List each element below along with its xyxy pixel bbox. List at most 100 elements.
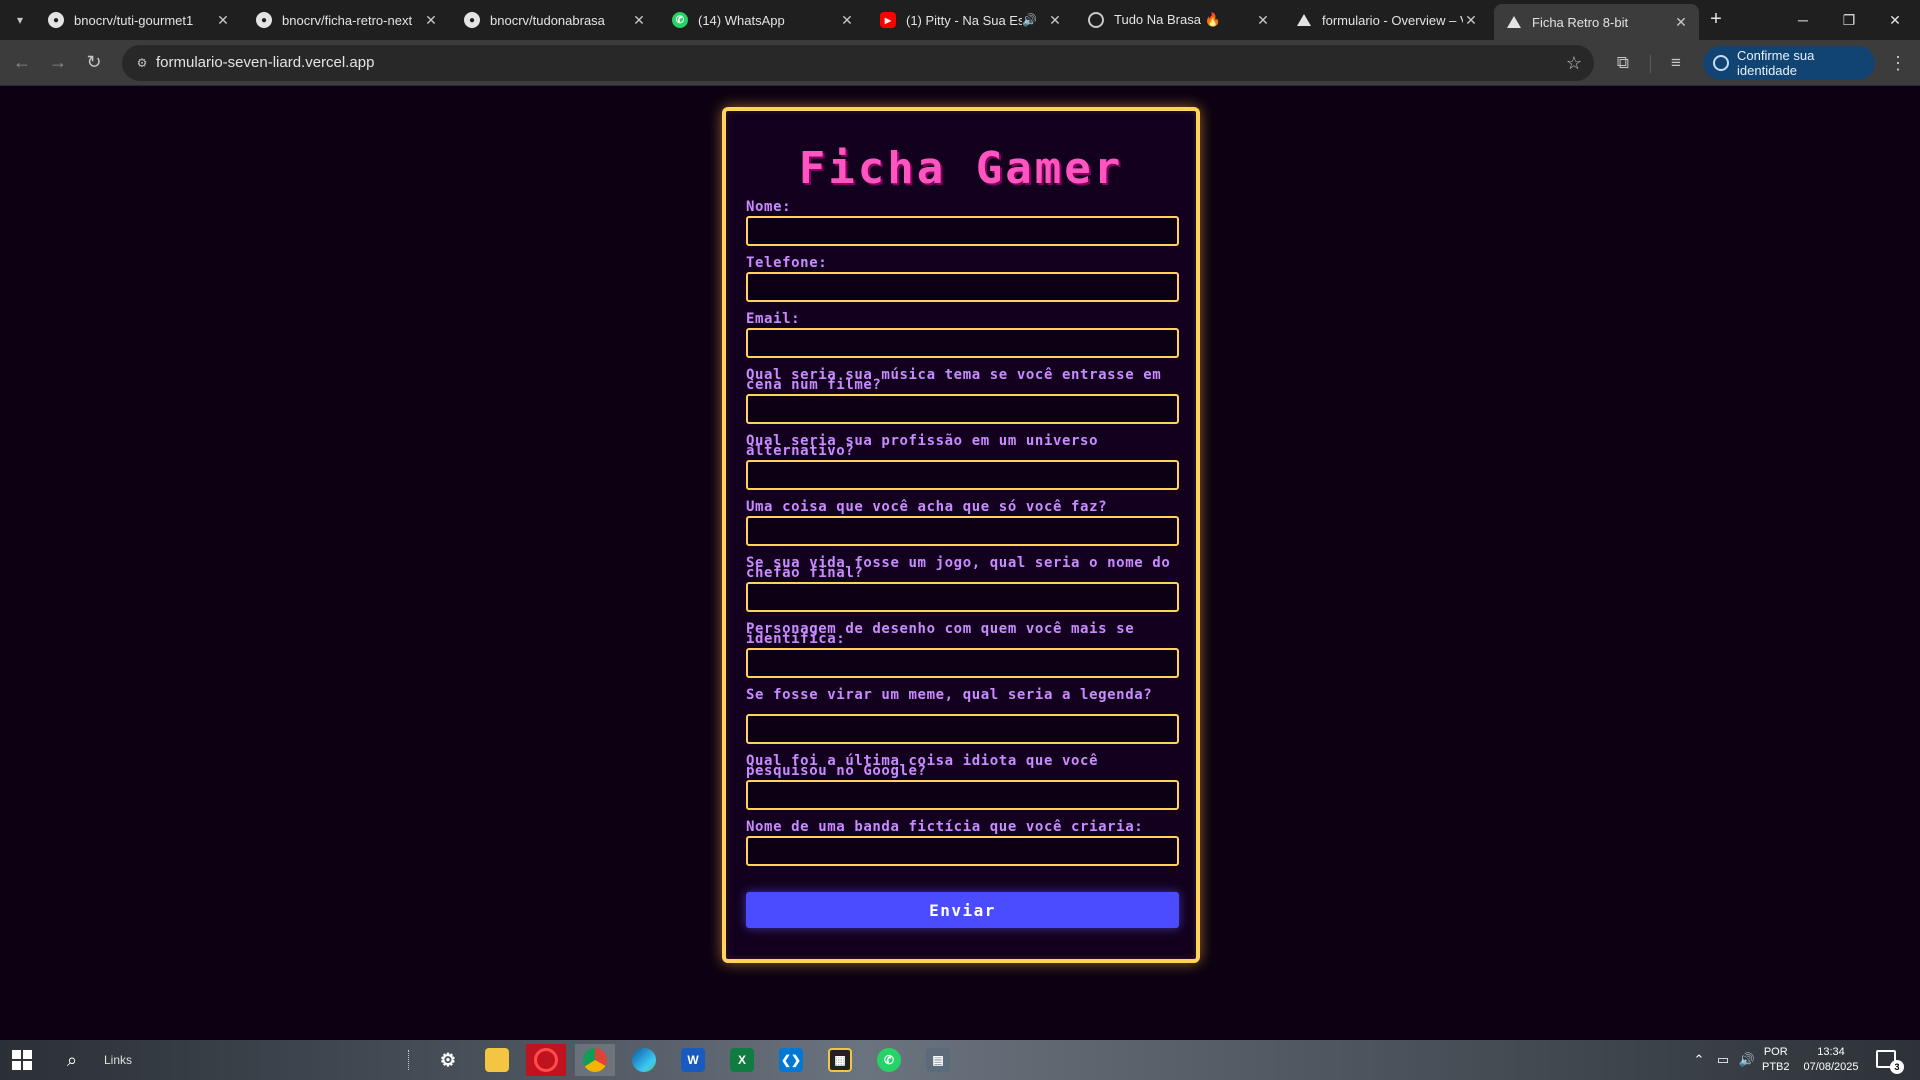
input-email[interactable] [746, 328, 1179, 358]
tab-youtube[interactable]: ▶ (1) Pitty - Na Sua Esta 🔊 ✕ [868, 4, 1073, 36]
close-icon[interactable]: ✕ [1673, 14, 1689, 31]
edge-icon [632, 1048, 656, 1072]
search-icon[interactable]: ⌕ [60, 1048, 84, 1072]
tab-tudonabrasa[interactable]: ● bnocrv/tudonabrasa ✕ [452, 4, 657, 36]
word-icon: W [681, 1048, 705, 1072]
chevron-up-icon[interactable]: ⌃ [1690, 1050, 1708, 1070]
links-toolbar[interactable]: Links [104, 1040, 132, 1080]
tab-whatsapp[interactable]: ✆ (14) WhatsApp ✕ [660, 4, 865, 36]
close-icon[interactable]: ✕ [1047, 12, 1063, 29]
language-code: POR [1763, 1046, 1788, 1058]
profile-icon [1713, 55, 1729, 71]
speaker-icon[interactable]: 🔊 [1022, 13, 1037, 27]
file-explorer-app[interactable] [477, 1044, 517, 1076]
identity-label: Confirme sua identidade [1737, 48, 1815, 78]
github-icon: ● [464, 12, 480, 28]
opera-icon [534, 1048, 558, 1072]
form-title: Ficha Gamer [798, 143, 1124, 194]
input-coisa-so-voce[interactable] [746, 516, 1179, 546]
gear-icon: ⚙ [439, 1049, 457, 1070]
tab-title: (14) WhatsApp [698, 12, 785, 28]
vercel-icon [1506, 14, 1522, 30]
tab-bar: ▾ ● bnocrv/tuti-gourmet1 ✕ ● bnocrv/fich… [0, 0, 1920, 40]
edge-app[interactable] [624, 1044, 664, 1076]
tab-title: formulario - Overview – V [1322, 12, 1463, 28]
input-banda-ficticia[interactable] [746, 836, 1179, 866]
whatsapp-icon: ✆ [877, 1048, 901, 1072]
vercel-icon [1296, 12, 1312, 28]
label-profissao: Qual seria sua profissão em um universo … [746, 433, 1099, 459]
input-meme[interactable] [746, 714, 1179, 744]
browser-menu-icon[interactable]: ⋮ [1886, 51, 1910, 75]
close-icon[interactable]: ✕ [1255, 12, 1271, 29]
input-telefone[interactable] [746, 272, 1179, 302]
extensions-icon[interactable]: ⧉ [1611, 51, 1635, 75]
folder-icon [485, 1048, 509, 1072]
close-icon[interactable]: ✕ [215, 12, 231, 29]
input-musica-tema[interactable] [746, 394, 1179, 424]
word-app[interactable]: W [673, 1044, 713, 1076]
input-nome[interactable] [746, 216, 1179, 246]
tab-vercel-overview[interactable]: formulario - Overview – V ✕ [1284, 4, 1489, 36]
input-profissao[interactable] [746, 460, 1179, 490]
language-indicator[interactable]: POR PTB2 [1762, 1045, 1790, 1075]
label-personagem: Personagem de desenho com quem você mais… [746, 621, 1135, 647]
tab-tuti-gourmet[interactable]: ● bnocrv/tuti-gourmet1 ✕ [36, 4, 241, 36]
github-icon: ● [256, 12, 272, 28]
windows-start-icon[interactable] [12, 1050, 32, 1070]
tab-search-button[interactable]: ▾ [8, 8, 32, 32]
label-nome: Nome: [746, 199, 792, 215]
calculator-app[interactable]: ▤ [918, 1044, 958, 1076]
label-telefone: Telefone: [746, 255, 828, 271]
tab-title: (1) Pitty - Na Sua Esta [906, 12, 1023, 28]
form-card: Ficha Gamer Nome: Telefone: Email: Qual … [722, 107, 1200, 963]
bookmark-star-icon[interactable]: ☆ [1566, 45, 1582, 81]
network-icon[interactable]: ▭ [1714, 1050, 1732, 1070]
media-app[interactable]: ▦ [820, 1044, 860, 1076]
close-icon[interactable]: ✕ [1463, 12, 1479, 29]
close-window-button[interactable]: ✕ [1872, 0, 1918, 40]
identity-button[interactable]: Confirme sua identidade [1703, 46, 1875, 80]
tab-title: Ficha Retro 8-bit [1532, 14, 1629, 30]
site-settings-icon[interactable]: ⚙ [134, 55, 150, 71]
settings-app[interactable]: ⚙ [428, 1044, 468, 1076]
label-email: Email: [746, 311, 801, 327]
close-icon[interactable]: ✕ [839, 12, 855, 29]
whatsapp-app[interactable]: ✆ [869, 1044, 909, 1076]
excel-icon: X [730, 1048, 754, 1072]
clock[interactable]: 13:34 07/08/2025 [1796, 1045, 1866, 1075]
address-bar[interactable]: ⚙ formulario-seven-liard.vercel.app ☆ [122, 45, 1594, 81]
excel-app[interactable]: X [722, 1044, 762, 1076]
tab-ficha-retro-next[interactable]: ● bnocrv/ficha-retro-next ✕ [244, 4, 449, 36]
minimize-button[interactable]: ─ [1780, 0, 1826, 40]
close-icon[interactable]: ✕ [423, 12, 439, 29]
notification-badge: 3 [1890, 1060, 1904, 1074]
new-tab-button[interactable]: + [1704, 8, 1728, 32]
input-chefao-final[interactable] [746, 582, 1179, 612]
restore-button[interactable]: ❐ [1826, 0, 1872, 40]
chrome-app[interactable] [575, 1044, 615, 1076]
tab-title: bnocrv/tudonabrasa [490, 12, 605, 28]
keyboard-layout: PTB2 [1762, 1061, 1790, 1073]
volume-icon[interactable]: 🔊 [1738, 1050, 1756, 1070]
forward-button[interactable]: → [46, 51, 70, 75]
close-icon[interactable]: ✕ [631, 12, 647, 29]
tab-ficha-retro-active[interactable]: Ficha Retro 8-bit ✕ [1494, 4, 1699, 40]
chrome-icon [583, 1048, 607, 1072]
input-personagem[interactable] [746, 648, 1179, 678]
media-controls-icon[interactable]: ≡ [1664, 51, 1688, 75]
opera-app[interactable] [526, 1044, 566, 1076]
url-text[interactable]: formulario-seven-liard.vercel.app [156, 45, 374, 81]
reload-button[interactable]: ↻ [82, 51, 106, 75]
tab-title: bnocrv/tuti-gourmet1 [74, 12, 194, 28]
browser-toolbar: ← → ↻ ⚙ formulario-seven-liard.vercel.ap… [0, 40, 1920, 86]
back-button[interactable]: ← [10, 51, 34, 75]
whatsapp-icon: ✆ [672, 12, 688, 28]
clock-time: 13:34 [1817, 1046, 1845, 1058]
youtube-icon: ▶ [880, 12, 896, 28]
vscode-app[interactable]: ❮❯ [771, 1044, 811, 1076]
tab-title: bnocrv/ficha-retro-next [282, 12, 413, 28]
input-pesquisa-google[interactable] [746, 780, 1179, 810]
tab-tudo-na-brasa[interactable]: Tudo Na Brasa 🔥 ✕ [1076, 4, 1281, 36]
submit-button[interactable]: Enviar [746, 892, 1179, 928]
